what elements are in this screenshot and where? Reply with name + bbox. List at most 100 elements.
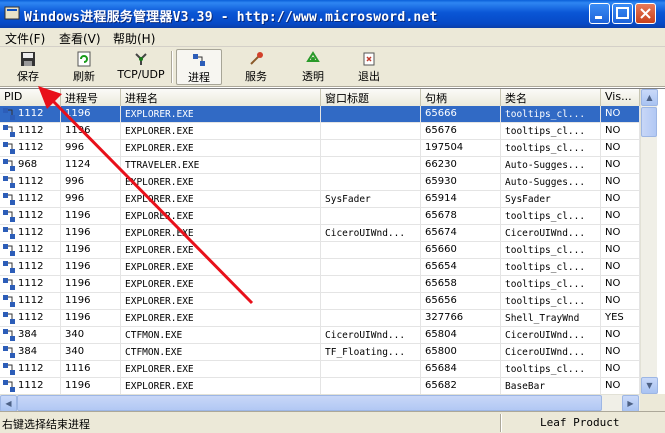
column-process-id[interactable]: 进程号 (61, 89, 121, 106)
close-button[interactable] (635, 3, 656, 24)
tcpudp-button[interactable]: TCP/UDP (115, 49, 167, 85)
cell-pid: 1112 (0, 174, 61, 191)
refresh-button[interactable]: 刷新 (62, 49, 106, 85)
title-bar: Windows进程服务管理器V3.39 - http://www.microsw… (0, 0, 665, 28)
cell-class-name: tooltips_cl... (501, 242, 601, 259)
service-button[interactable]: 服务 (233, 49, 279, 85)
table-row[interactable]: 1112 1196 EXPLORER.EXE 65660 tooltips_cl... N… (0, 242, 640, 259)
cell-process-name: EXPLORER.EXE (121, 174, 321, 191)
cell-window-title (321, 361, 421, 378)
table-row[interactable]: 968 1124 TTRAVELER.EXE 66230 Auto-Sugges... N… (0, 157, 640, 174)
process-icon (3, 159, 15, 171)
cell-class-name: CiceroUIWnd... (501, 327, 601, 344)
column-handle[interactable]: 句柄 (421, 89, 501, 106)
menu-file[interactable]: 文件(F) (5, 30, 45, 47)
table-row[interactable]: 1112 1196 EXPLORER.EXE 65666 tooltips_cl... N… (0, 106, 640, 123)
cell-visible: NO (601, 225, 640, 242)
cell-handle: 65682 (421, 378, 501, 394)
table-row[interactable]: 1112 1196 EXPLORER.EXE 65678 tooltips_cl... N… (0, 208, 640, 225)
table-row[interactable]: 1112 1196 EXPLORER.EXE 65676 tooltips_cl... N… (0, 123, 640, 140)
transparent-label: 透明 (302, 70, 324, 83)
cell-process-name: EXPLORER.EXE (121, 293, 321, 310)
pid-value: 384 (18, 329, 38, 340)
cell-handle: 65684 (421, 361, 501, 378)
maximize-button[interactable] (612, 3, 633, 24)
transparent-button[interactable]: 透明 (290, 49, 336, 85)
table-row[interactable]: 1112 1116 EXPLORER.EXE 65684 tooltips_cl... N… (0, 361, 640, 378)
cell-process-name: EXPLORER.EXE (121, 208, 321, 225)
horizontal-scrollbar[interactable]: ◀ ▶ (0, 394, 640, 412)
horizontal-scroll-thumb[interactable] (17, 395, 602, 411)
scroll-right-button[interactable]: ▶ (622, 395, 639, 412)
cell-class-name: BaseBar (501, 378, 601, 394)
pid-value: 1112 (18, 193, 44, 204)
table-row[interactable]: 1112 1196 EXPLORER.EXE 65682 BaseBar NO (0, 378, 640, 394)
cell-pid: 1112 (0, 361, 61, 378)
cell-process-name: EXPLORER.EXE (121, 242, 321, 259)
cell-process-id: 340 (61, 327, 121, 344)
process-list[interactable]: PID 进程号 进程名 窗口标题 句柄 类名 Vis... 1112 1196 EX… (0, 88, 665, 412)
toolbar-separator (171, 51, 173, 83)
cell-visible: NO (601, 242, 640, 259)
cell-class-name: tooltips_cl... (501, 208, 601, 225)
cell-handle: 65658 (421, 276, 501, 293)
cell-process-id: 340 (61, 344, 121, 361)
table-row[interactable]: 1112 1196 EXPLORER.EXE 65656 tooltips_cl... N… (0, 293, 640, 310)
scroll-down-button[interactable]: ▼ (641, 377, 658, 394)
process-button[interactable]: 进程 (176, 49, 222, 85)
menu-help[interactable]: 帮助(H) (113, 30, 155, 47)
app-icon (4, 6, 20, 20)
cell-process-id: 1196 (61, 378, 121, 394)
cell-window-title (321, 242, 421, 259)
vertical-scrollbar[interactable]: ▲ ▼ (640, 89, 658, 394)
column-visible[interactable]: Vis... (601, 89, 640, 106)
cell-visible: NO (601, 378, 640, 394)
cell-process-name: CTFMON.EXE (121, 327, 321, 344)
tcpudp-label: TCP/UDP (117, 68, 165, 81)
exit-button[interactable]: 退出 (346, 49, 392, 85)
pid-value: 1112 (18, 108, 44, 119)
process-icon (3, 244, 15, 256)
cell-window-title (321, 208, 421, 225)
minimize-button[interactable] (589, 3, 610, 24)
table-row[interactable]: 384 340 CTFMON.EXE TF_Floating... 65800 Cicer… (0, 344, 640, 361)
column-process-name[interactable]: 进程名 (121, 89, 321, 106)
table-row[interactable]: 1112 1196 EXPLORER.EXE 65658 tooltips_cl... N… (0, 276, 640, 293)
process-icon (3, 193, 15, 205)
cell-window-title (321, 123, 421, 140)
cell-window-title (321, 310, 421, 327)
cell-process-name: EXPLORER.EXE (121, 361, 321, 378)
cell-class-name: Auto-Sugges... (501, 174, 601, 191)
process-icon (3, 108, 15, 120)
cell-process-id: 1124 (61, 157, 121, 174)
cell-process-name: TTRAVELER.EXE (121, 157, 321, 174)
menu-view[interactable]: 查看(V) (59, 30, 101, 47)
table-row[interactable]: 1112 1196 EXPLORER.EXE CiceroUIWnd... 65674 C… (0, 225, 640, 242)
cell-process-name: EXPLORER.EXE (121, 106, 321, 123)
cell-handle: 65930 (421, 174, 501, 191)
scroll-up-button[interactable]: ▲ (641, 89, 658, 106)
table-row[interactable]: 384 340 CTFMON.EXE CiceroUIWnd... 65804 Cicer… (0, 327, 640, 344)
table-row[interactable]: 1112 996 EXPLORER.EXE 197504 tooltips_cl... N… (0, 140, 640, 157)
cell-handle: 65654 (421, 259, 501, 276)
column-class-name[interactable]: 类名 (501, 89, 601, 106)
pid-value: 384 (18, 346, 38, 357)
cell-pid: 384 (0, 327, 61, 344)
cell-visible: YES (601, 310, 640, 327)
cell-process-id: 1196 (61, 259, 121, 276)
save-button[interactable]: 保存 (6, 49, 50, 85)
column-window-title[interactable]: 窗口标题 (321, 89, 421, 106)
table-row[interactable]: 1112 1196 EXPLORER.EXE 327766 Shell_TrayWnd Y… (0, 310, 640, 327)
table-row[interactable]: 1112 996 EXPLORER.EXE SysFader 65914 SysFader… (0, 191, 640, 208)
column-pid[interactable]: PID (0, 89, 61, 106)
table-row[interactable]: 1112 996 EXPLORER.EXE 65930 Auto-Sugges... NO (0, 174, 640, 191)
cell-class-name: Shell_TrayWnd (501, 310, 601, 327)
process-icon (3, 363, 15, 375)
table-row[interactable]: 1112 1196 EXPLORER.EXE 65654 tooltips_cl... N… (0, 259, 640, 276)
cell-handle: 66230 (421, 157, 501, 174)
cell-window-title: CiceroUIWnd... (321, 327, 421, 344)
cell-process-id: 996 (61, 140, 121, 157)
scroll-left-button[interactable]: ◀ (0, 395, 17, 412)
cell-handle: 65656 (421, 293, 501, 310)
vertical-scroll-thumb[interactable] (641, 107, 657, 137)
